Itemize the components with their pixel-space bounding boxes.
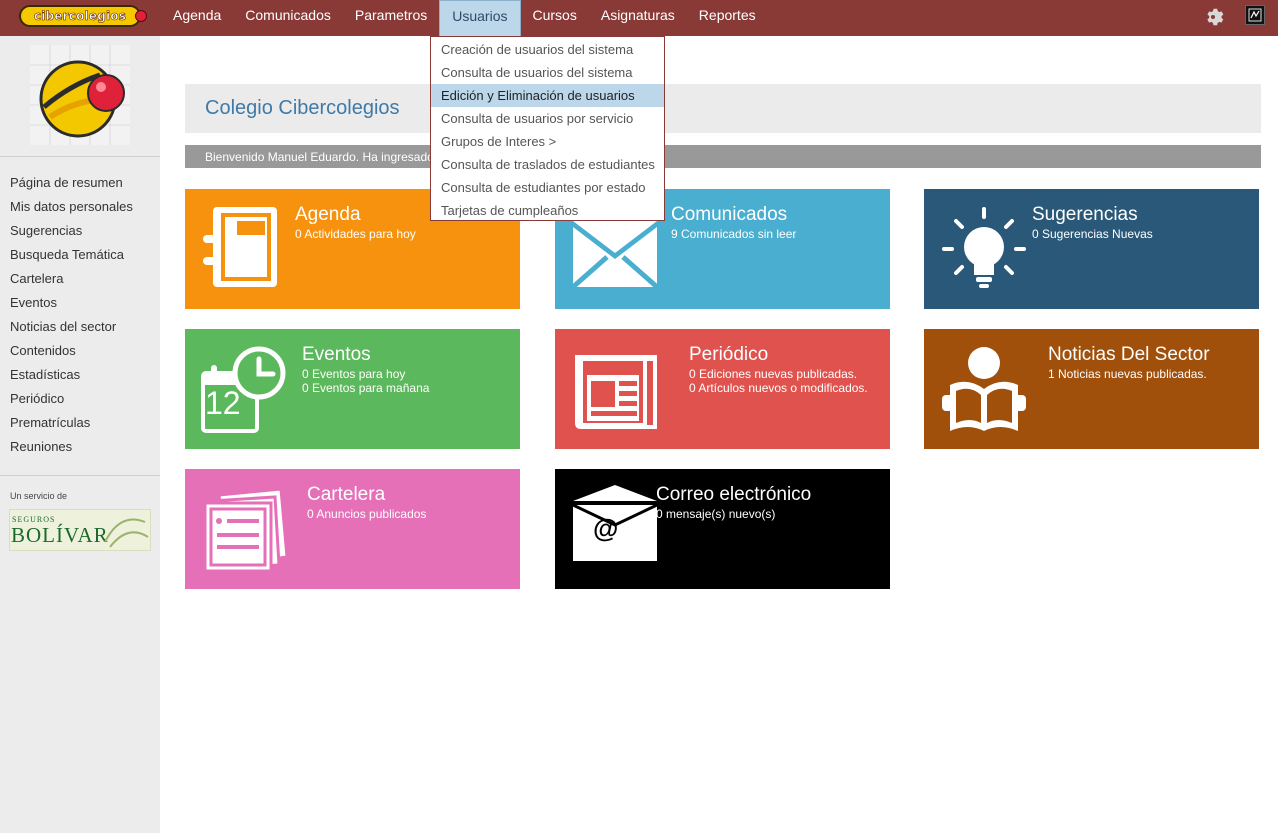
tile-title: Cartelera <box>307 484 386 505</box>
tile-correo[interactable]: @ Correo electrónico 0 mensaje(s) nuevo(… <box>555 469 890 589</box>
notebook-icon <box>203 207 277 287</box>
tile-subtitle: 0 Actividades para hoy <box>295 227 416 241</box>
tile-subtitle: 0 Anuncios publicados <box>307 507 427 521</box>
sidebar-divider <box>0 475 160 476</box>
welcome-bar: Bienvenido Manuel Eduardo. Ha ingresado <box>185 145 1261 168</box>
page-header: Colegio Cibercolegios <box>185 84 1261 133</box>
tile-subtitle: 0 Artículos nuevos o modificados. <box>689 381 868 395</box>
tile-eventos[interactable]: 12 Eventos 0 Eventos para hoy 0 Eventos … <box>185 329 520 449</box>
tile-subtitle: 0 Sugerencias Nuevas <box>1032 227 1153 241</box>
newspaper-icon <box>575 355 657 429</box>
menu-item-consulta-usuarios[interactable]: Consulta de usuarios del sistema <box>431 61 664 84</box>
gear-icon[interactable] <box>1202 6 1224 28</box>
nav-asignaturas[interactable]: Asignaturas <box>589 0 687 36</box>
sidebar-item-reuniones[interactable]: Reuniones <box>10 436 133 460</box>
menu-item-traslados[interactable]: Consulta de traslados de estudiantes <box>431 153 664 176</box>
tile-subtitle: 0 Ediciones nuevas publicadas. <box>689 367 858 381</box>
sidebar-item-prematriculas[interactable]: Prematrículas <box>10 412 133 436</box>
calendar-day-number: 12 <box>205 385 241 421</box>
notices-icon <box>203 487 289 573</box>
page-title: Colegio Cibercolegios <box>205 97 400 119</box>
at-symbol: @ <box>593 513 619 543</box>
top-navbar: cibercolegios Agenda Comunicados Paramet… <box>0 0 1278 37</box>
sponsor-decoration <box>104 518 149 548</box>
menu-item-estudiantes-por-estado[interactable]: Consulta de estudiantes por estado <box>431 176 664 199</box>
service-label: Un servicio de <box>10 491 68 501</box>
logo-ball-icon <box>135 10 147 22</box>
tile-title: Eventos <box>302 344 371 365</box>
sidebar-divider <box>0 156 160 157</box>
sidebar-item-busqueda-tematica[interactable]: Busqueda Temática <box>10 244 133 268</box>
nav-agenda[interactable]: Agenda <box>161 0 233 36</box>
menu-item-edicion-eliminacion[interactable]: Edición y Eliminación de usuarios <box>431 84 664 107</box>
menu-item-consulta-por-servicio[interactable]: Consulta de usuarios por servicio <box>431 107 664 130</box>
sidebar-item-noticias[interactable]: Noticias del sector <box>10 316 133 340</box>
tile-noticias[interactable]: Noticias Del Sector 1 Noticias nuevas pu… <box>924 329 1259 449</box>
sidebar-item-datos-personales[interactable]: Mis datos personales <box>10 196 133 220</box>
sidebar-item-eventos[interactable]: Eventos <box>10 292 133 316</box>
reader-icon <box>942 347 1026 431</box>
nav-reportes[interactable]: Reportes <box>687 0 768 36</box>
tile-subtitle: 9 Comunicados sin leer <box>671 227 797 241</box>
tile-title: Noticias Del Sector <box>1048 344 1210 365</box>
tile-title: Agenda <box>295 204 361 225</box>
sidebar-item-cartelera[interactable]: Cartelera <box>10 268 133 292</box>
user-avatar[interactable] <box>1245 5 1265 25</box>
user-picture-icon <box>1248 8 1262 22</box>
sponsor-logo[interactable]: SEGUROS BOLÍVAR <box>9 509 151 551</box>
tile-title: Correo electrónico <box>656 484 812 505</box>
menu-item-tarjetas-cumpleanos[interactable]: Tarjetas de cumpleaños <box>431 199 664 222</box>
tile-cartelera[interactable]: Cartelera 0 Anuncios publicados <box>185 469 520 589</box>
tile-title: Comunicados <box>671 204 788 225</box>
nav-cursos[interactable]: Cursos <box>521 0 589 36</box>
menu-item-grupos-interes[interactable]: Grupos de Interes > <box>431 130 664 153</box>
lightbulb-icon <box>942 207 1026 288</box>
tile-subtitle: 1 Noticias nuevas publicadas. <box>1048 367 1207 381</box>
sidebar-item-contenidos[interactable]: Contenidos <box>10 340 133 364</box>
tile-periodico[interactable]: Periódico 0 Ediciones nuevas publicadas.… <box>555 329 890 449</box>
sponsor-name: BOLÍVAR <box>11 523 109 547</box>
sidebar-item-periodico[interactable]: Periódico <box>10 388 133 412</box>
main-nav: Agenda Comunicados Parametros Usuarios C… <box>161 0 768 37</box>
sidebar-item-resumen[interactable]: Página de resumen <box>10 172 133 196</box>
school-logo <box>30 45 130 145</box>
tile-title: Sugerencias <box>1032 204 1138 225</box>
nav-parametros[interactable]: Parametros <box>343 0 439 36</box>
sidebar-menu: Página de resumen Mis datos personales S… <box>10 172 133 460</box>
nav-comunicados[interactable]: Comunicados <box>233 0 343 36</box>
tile-title: Periódico <box>689 344 769 365</box>
sidebar-item-sugerencias[interactable]: Sugerencias <box>10 220 133 244</box>
tile-subtitle: 0 Eventos para hoy <box>302 367 406 381</box>
logo-text: cibercolegios <box>33 9 127 24</box>
app-logo[interactable]: cibercolegios <box>19 5 147 27</box>
sidebar: Página de resumen Mis datos personales S… <box>0 36 160 833</box>
tile-sugerencias[interactable]: Sugerencias 0 Sugerencias Nuevas <box>924 189 1259 309</box>
tile-subtitle: 0 mensaje(s) nuevo(s) <box>656 507 776 521</box>
welcome-text: Bienvenido Manuel Eduardo. Ha ingresado <box>205 150 434 164</box>
usuarios-dropdown-menu: Creación de usuarios del sistema Consult… <box>430 36 665 221</box>
menu-item-creacion-usuarios[interactable]: Creación de usuarios del sistema <box>431 38 664 61</box>
sidebar-item-estadisticas[interactable]: Estadísticas <box>10 364 133 388</box>
nav-usuarios[interactable]: Usuarios <box>439 0 521 37</box>
tile-subtitle: 0 Eventos para mañana <box>302 381 430 395</box>
